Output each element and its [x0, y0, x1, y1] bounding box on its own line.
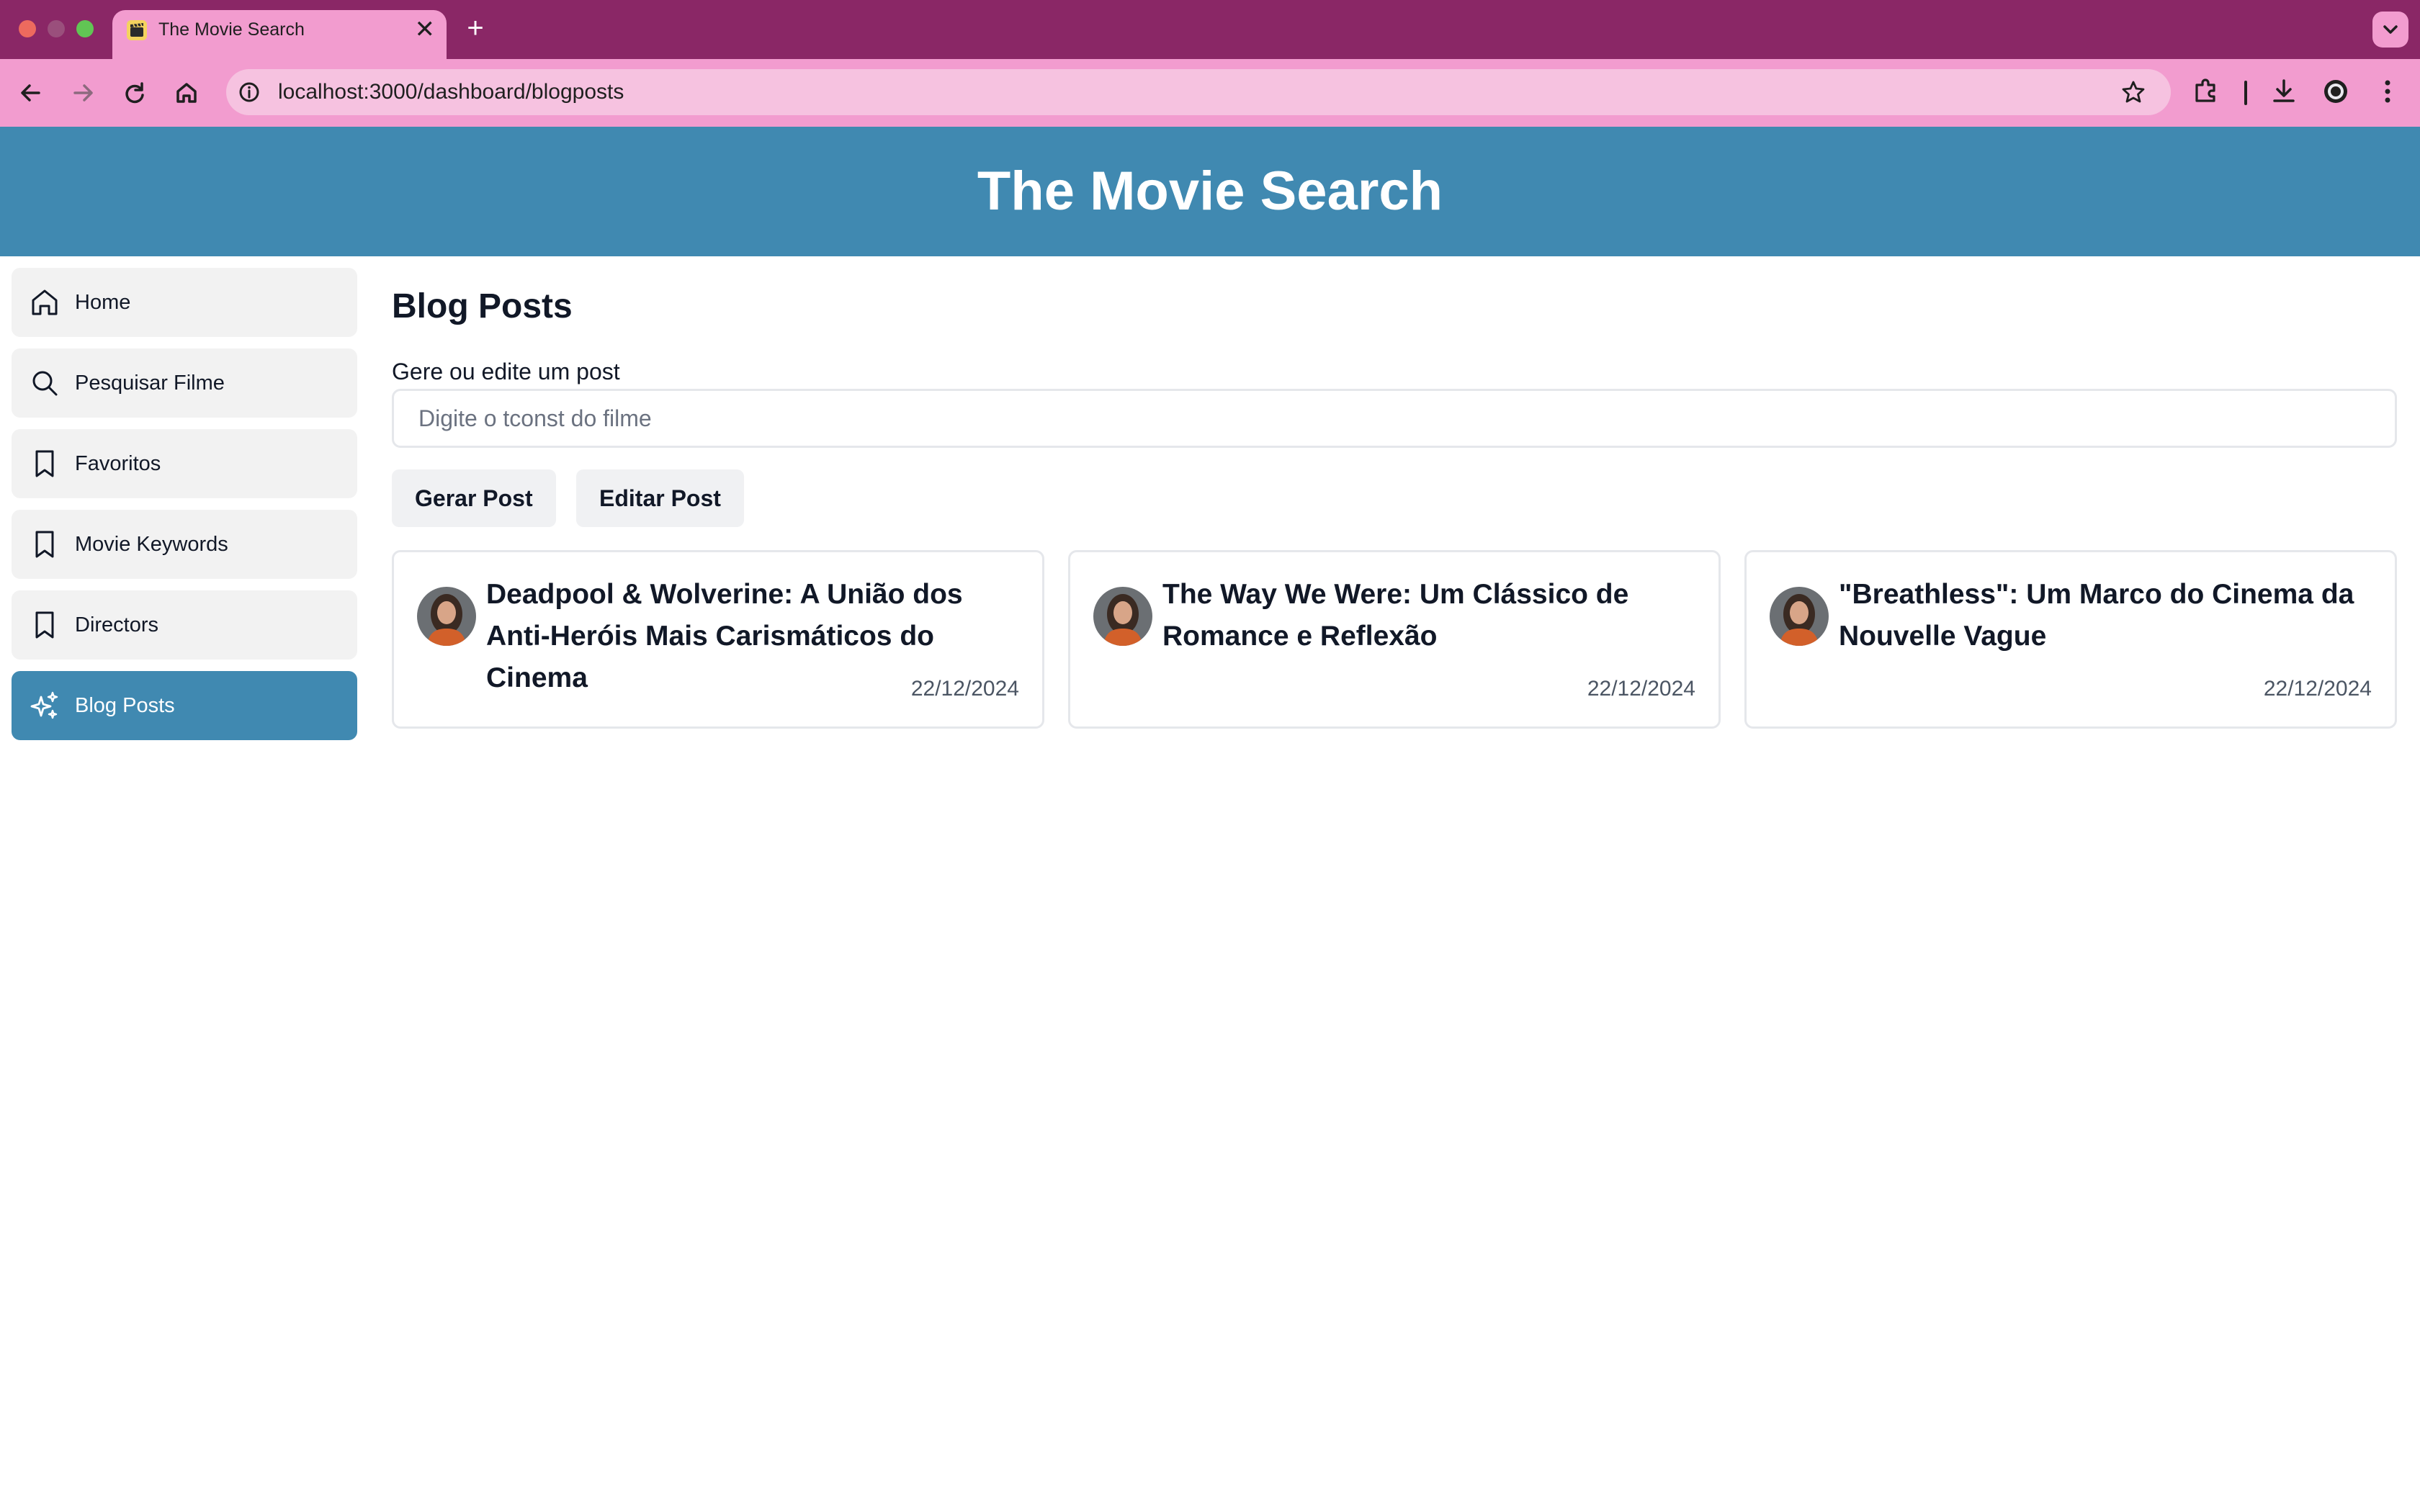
tab-search-button[interactable]	[2372, 12, 2408, 48]
new-tab-button[interactable]: +	[461, 10, 490, 46]
blog-post-card[interactable]: The Way We Were: Um Clássico de Romance …	[1068, 550, 1721, 729]
bookmark-icon	[35, 611, 54, 639]
sidebar-item-label: Directors	[75, 613, 159, 636]
app-title: The Movie Search	[977, 161, 1443, 222]
sidebar-item-blog-posts[interactable]: Blog Posts	[12, 671, 357, 740]
sidebar-item-directors[interactable]: Directors	[12, 590, 357, 660]
sidebar-item-label: Home	[75, 291, 131, 314]
sidebar-nav: Home Pesquisar Filme Favoritos Movie Key…	[12, 268, 357, 752]
clapperboard-icon	[127, 20, 147, 40]
sidebar-item-home[interactable]: Home	[12, 268, 357, 337]
author-avatar	[1770, 587, 1829, 646]
home-icon	[32, 289, 58, 315]
sidebar-item-label: Movie Keywords	[75, 533, 228, 556]
maximize-window-button[interactable]	[76, 20, 94, 37]
post-title: The Way We Were: Um Clássico de Romance …	[1162, 579, 1629, 652]
star-bookmark-icon[interactable]	[2119, 78, 2148, 107]
minimize-window-button[interactable]	[48, 20, 65, 37]
tab-close-icon[interactable]: ✕	[415, 14, 436, 45]
post-date: 22/12/2024	[910, 677, 1019, 701]
extensions-puzzle-icon[interactable]	[2187, 72, 2226, 111]
browser-tabstrip: The Movie Search ✕ +	[0, 0, 2420, 59]
generate-post-button[interactable]: Gerar Post	[392, 469, 556, 527]
chevron-down-icon	[2383, 25, 2398, 34]
author-avatar	[417, 587, 476, 646]
sidebar-item-movie-keywords[interactable]: Movie Keywords	[12, 510, 357, 579]
sidebar-item-label: Favoritos	[75, 452, 161, 475]
bookmark-icon	[35, 450, 54, 477]
sidebar-item-label: Pesquisar Filme	[75, 372, 225, 395]
blog-post-card[interactable]: Deadpool & Wolverine: A União dos Anti-H…	[392, 550, 1044, 729]
sidebar-item-label: Blog Posts	[75, 694, 175, 717]
forward-arrow-icon[interactable]	[63, 73, 102, 112]
toolbar-separator	[2244, 81, 2247, 105]
profile-avatar-icon[interactable]	[2316, 72, 2355, 111]
download-icon[interactable]	[2264, 72, 2303, 111]
tab-title: The Movie Search	[158, 19, 305, 40]
blog-post-card[interactable]: "Breathless": Um Marco do Cinema da Nouv…	[1744, 550, 2397, 729]
browser-tab[interactable]: The Movie Search ✕	[112, 10, 447, 59]
url-text: localhost:3000/dashboard/blogposts	[278, 80, 624, 104]
back-arrow-icon[interactable]	[12, 73, 50, 112]
reload-icon[interactable]	[115, 73, 154, 112]
post-date: 22/12/2024	[1587, 677, 1695, 701]
edit-post-button[interactable]: Editar Post	[576, 469, 744, 527]
bookmark-icon	[35, 531, 54, 558]
app-header: The Movie Search	[0, 127, 2420, 256]
post-date: 22/12/2024	[2263, 677, 2372, 701]
author-avatar	[1093, 587, 1152, 646]
sidebar-item-pesquisar-filme[interactable]: Pesquisar Filme	[12, 348, 357, 418]
sparkles-icon	[30, 691, 58, 719]
close-window-button[interactable]	[19, 20, 36, 37]
home-icon[interactable]	[167, 73, 206, 112]
tconst-input[interactable]	[392, 389, 2397, 448]
kebab-menu-icon[interactable]	[2368, 72, 2407, 111]
post-title: "Breathless": Um Marco do Cinema da Nouv…	[1839, 579, 2354, 652]
search-icon	[32, 371, 58, 396]
page-title: Blog Posts	[392, 287, 573, 325]
form-label: Gere ou edite um post	[392, 359, 620, 384]
site-info-icon[interactable]	[235, 78, 264, 107]
sidebar-item-favoritos[interactable]: Favoritos	[12, 429, 357, 498]
